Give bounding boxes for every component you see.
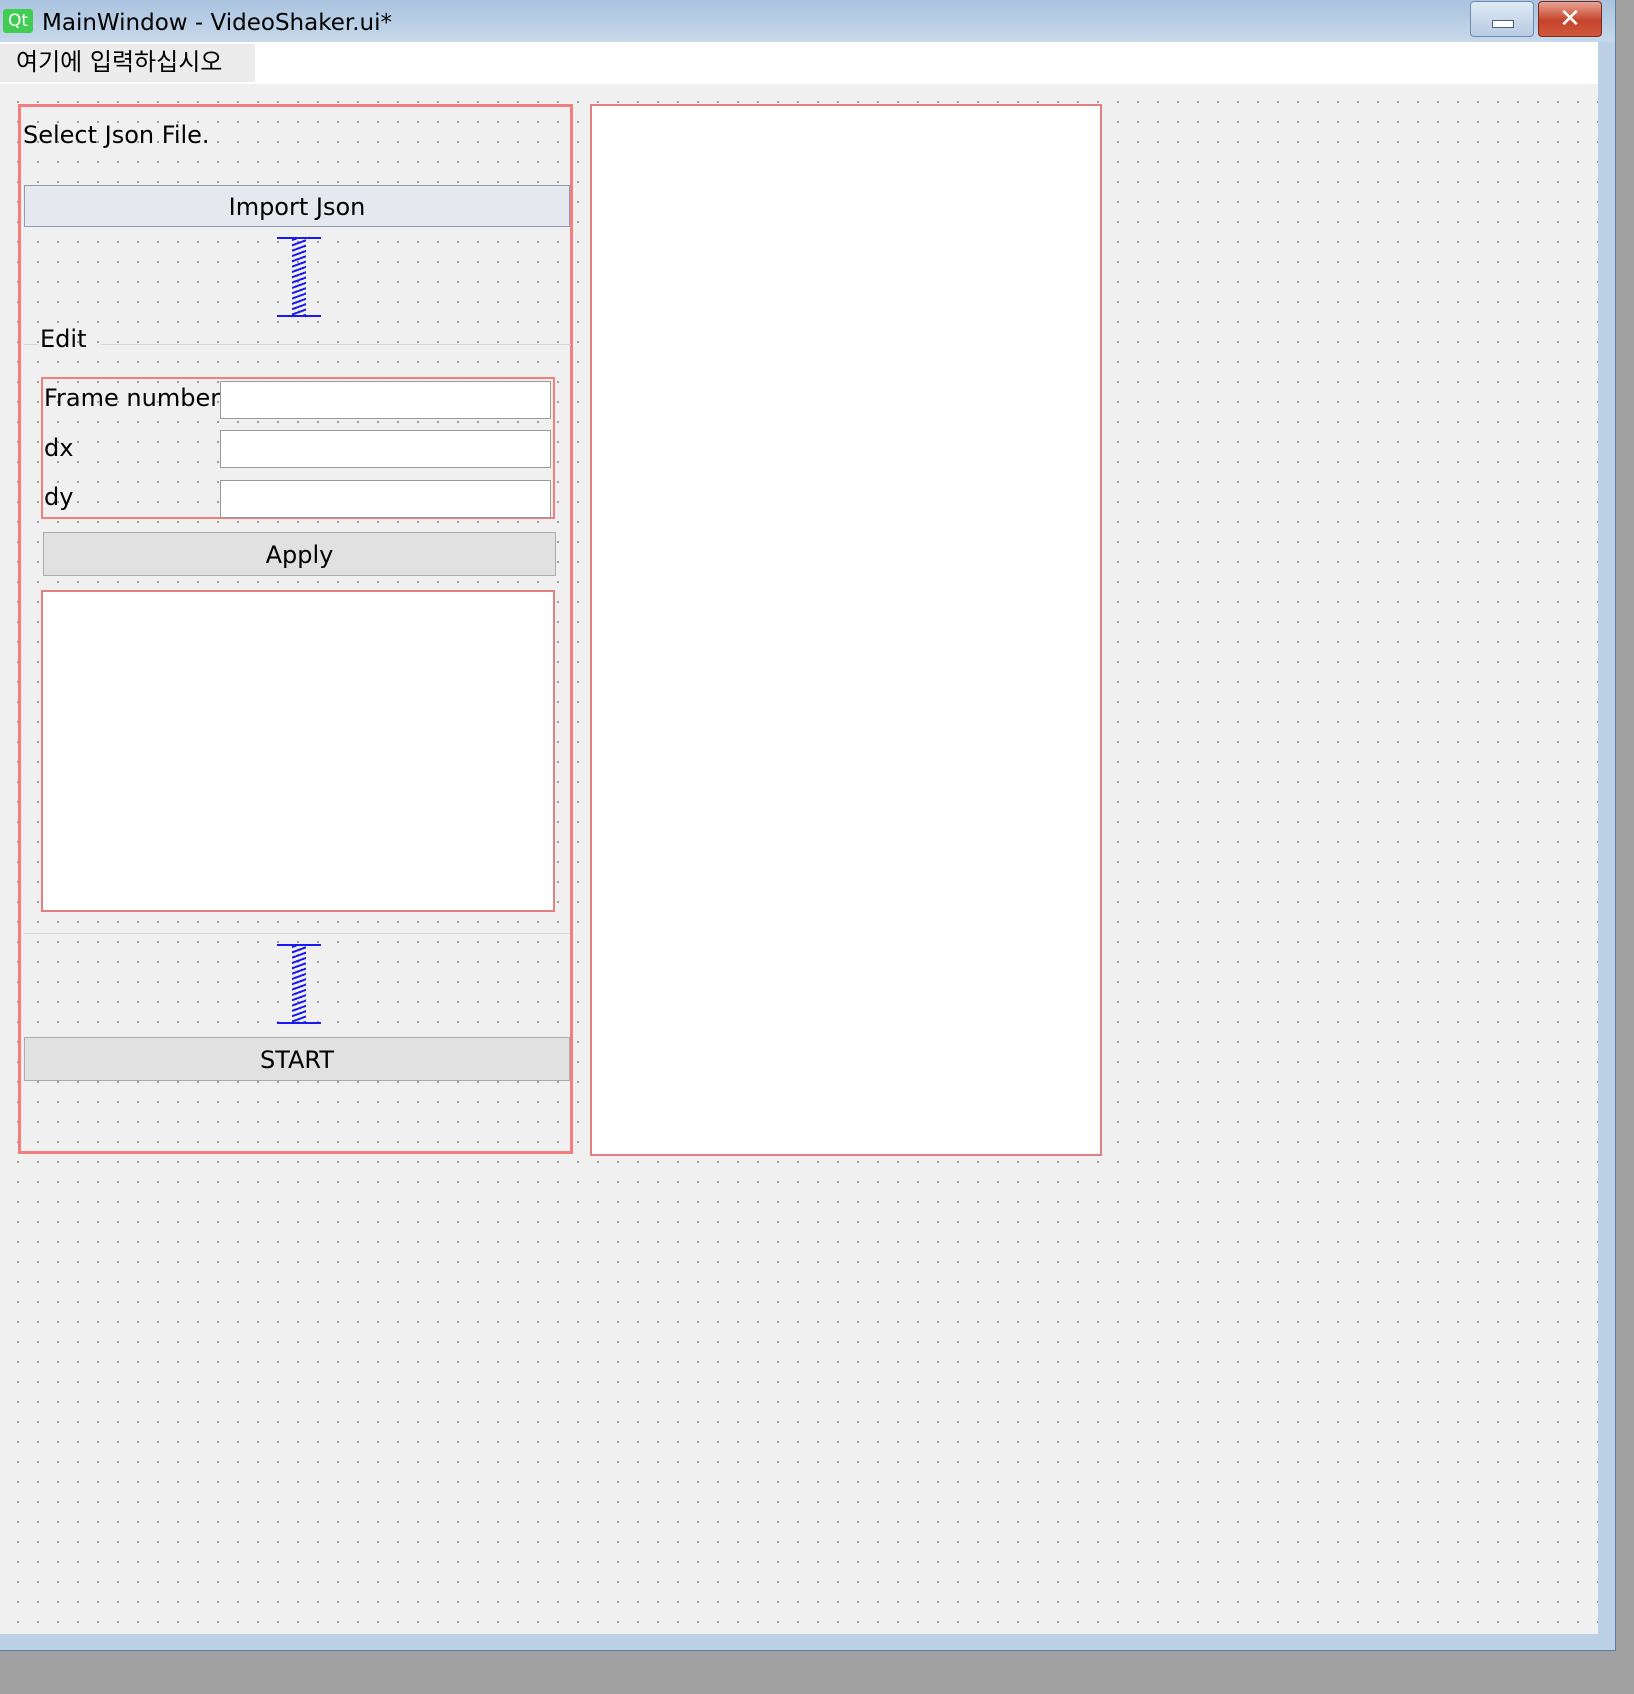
edit-form-layout: Frame number dx dy <box>41 377 555 519</box>
main-window: Qt MainWindow - VideoShaker.ui* ✕ 여기에 입력… <box>0 0 1616 1651</box>
start-button[interactable]: START <box>24 1037 570 1081</box>
qt-logo-icon: Qt <box>3 9 33 33</box>
menu-type-here-entry[interactable]: 여기에 입력하십시오 <box>0 44 255 82</box>
dy-label: dy <box>44 483 74 511</box>
select-json-label: Select Json File. <box>23 121 210 149</box>
close-icon: ✕ <box>1559 4 1581 34</box>
apply-button[interactable]: Apply <box>43 532 556 576</box>
central-widget: Select Json File. Import Json Edit Frame… <box>0 84 1598 1634</box>
vertical-spacer-icon <box>277 237 321 317</box>
vertical-spacer-icon <box>277 944 321 1024</box>
title-bar[interactable]: Qt MainWindow - VideoShaker.ui* ✕ <box>0 0 1615 42</box>
edit-group-title: Edit <box>40 325 87 353</box>
group-box-border <box>24 344 38 345</box>
frame-number-input[interactable] <box>220 381 551 419</box>
group-box-border <box>101 344 571 345</box>
dx-input[interactable] <box>220 430 551 468</box>
dx-label: dx <box>44 434 74 462</box>
video-display-view[interactable] <box>590 104 1102 1156</box>
import-json-button[interactable]: Import Json <box>24 185 570 227</box>
window-title: MainWindow - VideoShaker.ui* <box>42 10 392 36</box>
left-vertical-layout: Select Json File. Import Json Edit Frame… <box>18 104 573 1154</box>
edit-list-view[interactable] <box>41 590 555 912</box>
frame-number-label: Frame number <box>44 384 221 412</box>
close-button[interactable]: ✕ <box>1538 1 1602 37</box>
minimize-icon <box>1492 20 1514 28</box>
group-box-border <box>24 933 570 934</box>
minimize-button[interactable] <box>1470 1 1534 37</box>
dy-input[interactable] <box>220 480 551 518</box>
menu-bar: 여기에 입력하십시오 <box>0 42 1598 84</box>
